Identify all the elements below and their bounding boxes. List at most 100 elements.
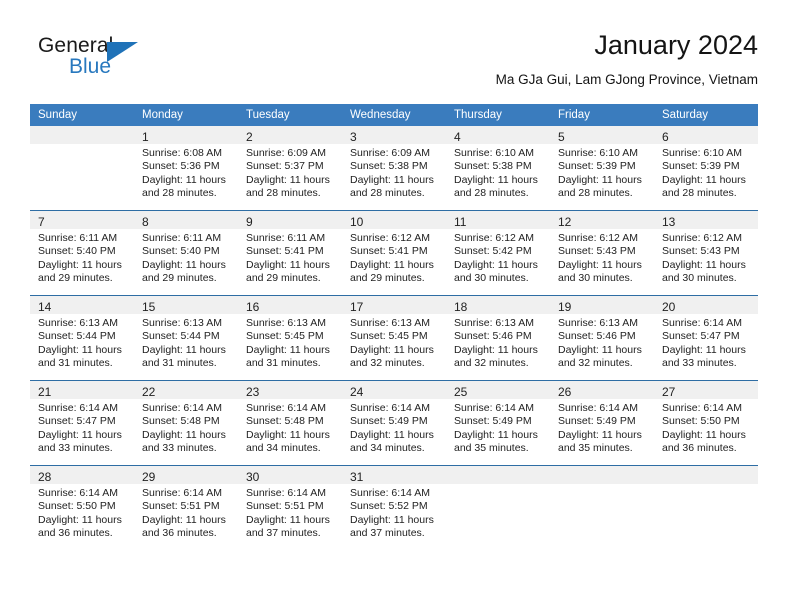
day-number-bar: 29 <box>134 466 238 484</box>
sunset-text: Sunset: 5:43 PM <box>558 245 636 258</box>
day-cell[interactable]: 3 Sunrise: 6:09 AM Sunset: 5:38 PM Daylight… <box>342 126 446 210</box>
daylight-text-line1: Daylight: 11 hours <box>246 513 330 526</box>
calendar-cell: 7 Sunrise: 6:11 AM Sunset: 5:40 PM Daylight… <box>30 210 134 296</box>
day-cell[interactable]: 26 Sunrise: 6:14 AM Sunset: 5:49 PM Dayligh… <box>550 381 654 465</box>
day-details: Sunrise: 6:08 AM Sunset: 5:36 PM Daylight:… <box>134 144 238 201</box>
day-details: Sunrise: 6:10 AM Sunset: 5:38 PM Daylight:… <box>446 144 550 201</box>
day-cell[interactable]: 28 Sunrise: 6:14 AM Sunset: 5:50 PM Dayligh… <box>30 466 134 550</box>
calendar-cell: 3 Sunrise: 6:09 AM Sunset: 5:38 PM Daylight… <box>342 126 446 211</box>
day-details: Sunrise: 6:14 AM Sunset: 5:48 PM Daylight:… <box>134 399 238 456</box>
day-cell[interactable]: 10 Sunrise: 6:12 AM Sunset: 5:41 PM Dayligh… <box>342 211 446 295</box>
day-number-bar: 10 <box>342 211 446 229</box>
daylight-text-line1: Daylight: 11 hours <box>350 343 434 356</box>
day-number-bar: 26 <box>550 381 654 399</box>
day-cell[interactable]: 6 Sunrise: 6:10 AM Sunset: 5:39 PM Daylight… <box>654 126 758 210</box>
day-number: 11 <box>454 215 467 229</box>
day-number: 31 <box>350 470 364 484</box>
calendar-cell: 10 Sunrise: 6:12 AM Sunset: 5:41 PM Dayligh… <box>342 210 446 296</box>
daylight-text-line2: and 29 minutes. <box>350 272 425 285</box>
calendar-cell: 11 Sunrise: 6:12 AM Sunset: 5:42 PM Dayligh… <box>446 210 550 296</box>
day-cell[interactable]: 9 Sunrise: 6:11 AM Sunset: 5:41 PM Daylight… <box>238 211 342 295</box>
day-cell[interactable]: 1 Sunrise: 6:08 AM Sunset: 5:36 PM Daylight… <box>134 126 238 210</box>
sunrise-text: Sunrise: 6:14 AM <box>142 487 222 499</box>
general-blue-logo[interactable]: General Blue <box>38 34 168 90</box>
day-cell[interactable]: 27 Sunrise: 6:14 AM Sunset: 5:50 PM Dayligh… <box>654 381 758 465</box>
day-number: 2 <box>246 130 253 144</box>
day-cell[interactable]: 22 Sunrise: 6:14 AM Sunset: 5:48 PM Dayligh… <box>134 381 238 465</box>
daylight-text-line2: and 28 minutes. <box>662 187 737 200</box>
sunrise-text: Sunrise: 6:10 AM <box>662 147 742 159</box>
sunrise-text: Sunrise: 6:11 AM <box>38 232 118 244</box>
sunset-text: Sunset: 5:39 PM <box>662 160 740 173</box>
daylight-text-line2: and 30 minutes. <box>662 272 737 285</box>
day-number: 17 <box>350 300 364 314</box>
day-details: Sunrise: 6:10 AM Sunset: 5:39 PM Daylight:… <box>550 144 654 201</box>
day-details: Sunrise: 6:13 AM Sunset: 5:45 PM Daylight:… <box>342 314 446 371</box>
daylight-text-line1: Daylight: 11 hours <box>38 258 122 271</box>
day-cell[interactable]: 13 Sunrise: 6:12 AM Sunset: 5:43 PM Dayligh… <box>654 211 758 295</box>
day-number: 1 <box>142 130 149 144</box>
day-cell[interactable]: 21 Sunrise: 6:14 AM Sunset: 5:47 PM Dayligh… <box>30 381 134 465</box>
day-cell[interactable]: 24 Sunrise: 6:14 AM Sunset: 5:49 PM Dayligh… <box>342 381 446 465</box>
sunset-text: Sunset: 5:40 PM <box>38 245 116 258</box>
daylight-text-line2: and 35 minutes. <box>558 442 633 455</box>
sunrise-text: Sunrise: 6:13 AM <box>454 317 534 329</box>
day-number-bar: 13 <box>654 211 758 229</box>
day-number: 5 <box>558 130 565 144</box>
day-number-bar: 23 <box>238 381 342 399</box>
sunset-text: Sunset: 5:51 PM <box>246 500 324 513</box>
daylight-text-line1: Daylight: 11 hours <box>662 343 746 356</box>
day-cell[interactable]: 12 Sunrise: 6:12 AM Sunset: 5:43 PM Dayligh… <box>550 211 654 295</box>
day-cell[interactable]: 11 Sunrise: 6:12 AM Sunset: 5:42 PM Dayligh… <box>446 211 550 295</box>
calendar-cell <box>30 126 134 211</box>
daylight-text-line1: Daylight: 11 hours <box>142 428 226 441</box>
calendar-cell: 2 Sunrise: 6:09 AM Sunset: 5:37 PM Daylight… <box>238 126 342 211</box>
day-cell[interactable]: 31 Sunrise: 6:14 AM Sunset: 5:52 PM Dayligh… <box>342 466 446 550</box>
sunset-text: Sunset: 5:46 PM <box>558 330 636 343</box>
day-number-bar: 19 <box>550 296 654 314</box>
sunrise-text: Sunrise: 6:14 AM <box>38 487 118 499</box>
day-cell[interactable]: 19 Sunrise: 6:13 AM Sunset: 5:46 PM Dayligh… <box>550 296 654 380</box>
day-cell[interactable]: 8 Sunrise: 6:11 AM Sunset: 5:40 PM Daylight… <box>134 211 238 295</box>
sunset-text: Sunset: 5:39 PM <box>558 160 636 173</box>
day-number: 24 <box>350 385 364 399</box>
day-number: 19 <box>558 300 572 314</box>
day-details: Sunrise: 6:12 AM Sunset: 5:43 PM Daylight:… <box>550 229 654 286</box>
day-cell[interactable]: 30 Sunrise: 6:14 AM Sunset: 5:51 PM Dayligh… <box>238 466 342 550</box>
day-cell[interactable]: 15 Sunrise: 6:13 AM Sunset: 5:44 PM Dayligh… <box>134 296 238 380</box>
day-number: 22 <box>142 385 156 399</box>
daylight-text-line1: Daylight: 11 hours <box>38 513 122 526</box>
day-cell[interactable]: 20 Sunrise: 6:14 AM Sunset: 5:47 PM Dayligh… <box>654 296 758 380</box>
day-cell[interactable]: 25 Sunrise: 6:14 AM Sunset: 5:49 PM Dayligh… <box>446 381 550 465</box>
day-cell[interactable]: 7 Sunrise: 6:11 AM Sunset: 5:40 PM Daylight… <box>30 211 134 295</box>
daylight-text-line2: and 33 minutes. <box>142 442 217 455</box>
sunset-text: Sunset: 5:41 PM <box>350 245 428 258</box>
day-cell[interactable]: 2 Sunrise: 6:09 AM Sunset: 5:37 PM Daylight… <box>238 126 342 210</box>
day-cell[interactable]: 29 Sunrise: 6:14 AM Sunset: 5:51 PM Dayligh… <box>134 466 238 550</box>
day-details: Sunrise: 6:14 AM Sunset: 5:50 PM Daylight:… <box>654 399 758 456</box>
sunset-text: Sunset: 5:38 PM <box>350 160 428 173</box>
weekday-header-thursday: Thursday <box>446 104 550 126</box>
calendar-cell: 17 Sunrise: 6:13 AM Sunset: 5:45 PM Dayligh… <box>342 295 446 381</box>
day-number-bar: 5 <box>550 126 654 144</box>
sunrise-text: Sunrise: 6:13 AM <box>246 317 326 329</box>
daylight-text-line2: and 32 minutes. <box>558 357 633 370</box>
day-cell[interactable]: 14 Sunrise: 6:13 AM Sunset: 5:44 PM Dayligh… <box>30 296 134 380</box>
day-details: Sunrise: 6:14 AM Sunset: 5:49 PM Daylight:… <box>446 399 550 456</box>
day-details: Sunrise: 6:11 AM Sunset: 5:40 PM Daylight:… <box>134 229 238 286</box>
calendar-cell <box>654 465 758 550</box>
calendar-header-row: Sunday Monday Tuesday Wednesday Thursday Frid… <box>30 104 758 126</box>
day-details: Sunrise: 6:14 AM Sunset: 5:47 PM Daylight:… <box>30 399 134 456</box>
title-block: January 2024 Ma GJa Gui, Lam GJong Provi… <box>496 28 758 90</box>
day-cell[interactable]: 4 Sunrise: 6:10 AM Sunset: 5:38 PM Daylight… <box>446 126 550 210</box>
day-cell[interactable]: 17 Sunrise: 6:13 AM Sunset: 5:45 PM Dayligh… <box>342 296 446 380</box>
day-cell[interactable]: 16 Sunrise: 6:13 AM Sunset: 5:45 PM Dayligh… <box>238 296 342 380</box>
daylight-text-line1: Daylight: 11 hours <box>350 513 434 526</box>
daylight-text-line1: Daylight: 11 hours <box>558 258 642 271</box>
calendar-week-row: 28 Sunrise: 6:14 AM Sunset: 5:50 PM Dayligh… <box>30 465 758 550</box>
day-cell[interactable]: 18 Sunrise: 6:13 AM Sunset: 5:46 PM Dayligh… <box>446 296 550 380</box>
day-number: 10 <box>350 215 364 229</box>
day-cell[interactable]: 23 Sunrise: 6:14 AM Sunset: 5:48 PM Dayligh… <box>238 381 342 465</box>
daylight-text-line1: Daylight: 11 hours <box>558 173 642 186</box>
day-cell[interactable]: 5 Sunrise: 6:10 AM Sunset: 5:39 PM Daylight… <box>550 126 654 210</box>
